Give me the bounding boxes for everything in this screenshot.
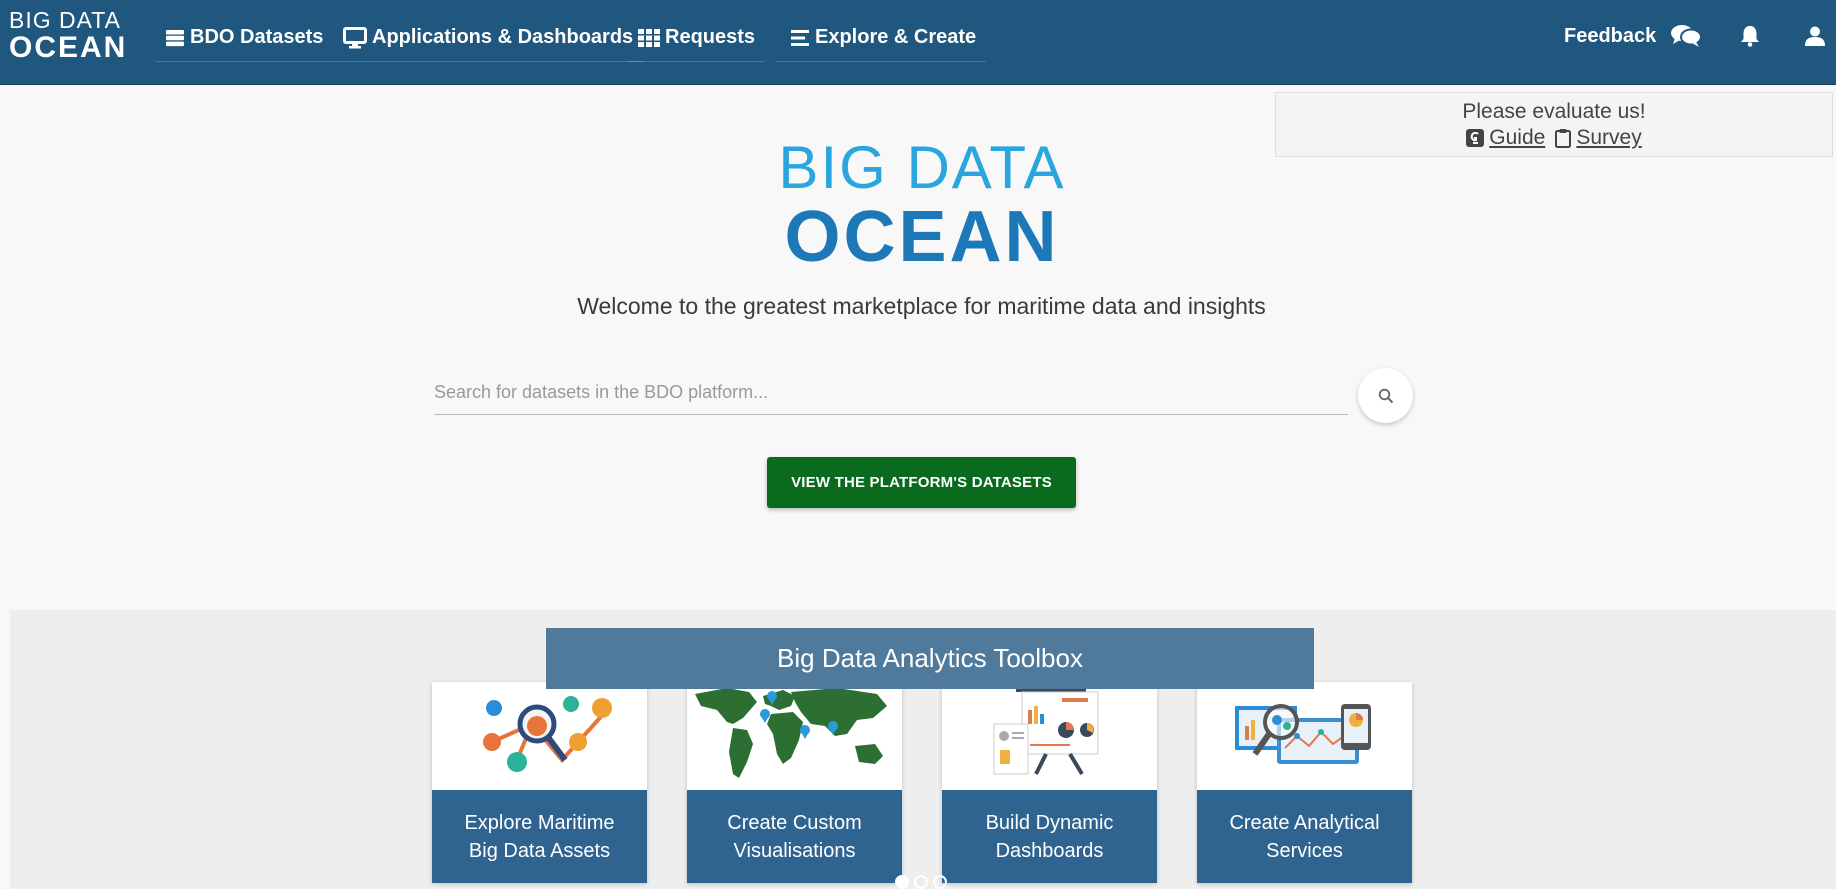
list-icon [791,29,809,46]
evaluate-panel: Please evaluate us! Guide Survey [1275,92,1833,157]
user-icon [1805,26,1825,46]
bell-icon [1741,26,1759,47]
brand-logo-top: BIG DATA [9,7,121,33]
nav-explore-create-label: Explore & Create [815,26,977,48]
card-analytical-services[interactable]: Create Analytical Services [1197,682,1412,883]
clipboard-icon [1555,129,1572,148]
carousel-dot-3[interactable] [933,875,947,889]
nav-requests-label: Requests [665,26,756,48]
carousel-dot-2[interactable] [914,875,928,889]
nav-bdo-datasets-label: BDO Datasets [190,26,324,48]
devices-illustration [1235,704,1371,764]
analytics-illustration [483,696,612,772]
card-dynamic-dashboards[interactable]: Build Dynamic Dashboards [942,682,1157,883]
database-icon [166,29,184,46]
card-explore-maritime-label: Explore Maritime Big Data Assets [432,790,647,883]
presentation-board-illustration [993,683,1099,776]
search-field [434,370,1348,415]
feedback-label: Feedback [1564,24,1657,47]
card-dynamic-dashboards-label: Build Dynamic Dashboards [942,790,1157,883]
toolbox-title: Big Data Analytics Toolbox [546,628,1314,689]
hero-logo-bottom: OCEAN [784,197,1060,277]
card-analytical-services-label: Create Analytical Services [1197,790,1412,883]
nav-explore-create[interactable]: Explore & Create [776,14,986,62]
brand-logo-bottom: OCEAN [9,31,128,64]
card-explore-maritime[interactable]: Explore Maritime Big Data Assets [432,682,647,883]
chat-icon [1671,25,1702,47]
search-icon [1378,388,1393,403]
nav-applications-dashboards-label: Applications & Dashboards [372,26,634,48]
user-menu-button[interactable] [1805,14,1825,58]
monitor-icon [343,26,367,48]
top-navbar: BIG DATA OCEAN BDO Datasets Applications… [0,0,1836,85]
carousel-dots [895,875,947,889]
chat-button[interactable] [1670,14,1702,58]
nav-applications-dashboards[interactable]: Applications & Dashboards [333,14,644,62]
welcome-text: Welcome to the greatest marketplace for … [577,293,1266,319]
survey-link[interactable]: Survey [1555,126,1642,150]
survey-link-label: Survey [1576,126,1642,149]
notifications-button[interactable] [1740,14,1760,58]
feedback-link[interactable]: Feedback [1564,14,1656,58]
grid-icon [638,28,660,47]
hero-logo-top: BIG DATA [778,134,1066,201]
evaluate-title: Please evaluate us! [1462,100,1646,123]
guide-link-label: Guide [1489,126,1546,149]
guide-icon [1466,129,1485,147]
evaluate-links: Guide Survey [1276,126,1832,150]
card-custom-visualisations-label: Create Custom Visualisations [687,790,902,883]
guide-link[interactable]: Guide [1466,126,1545,150]
search-button[interactable] [1358,368,1413,423]
world-map-illustration [695,688,887,778]
nav-bdo-datasets[interactable]: BDO Datasets [155,14,334,62]
card-custom-visualisations[interactable]: Create Custom Visualisations [687,682,902,883]
search-input[interactable] [434,370,1348,414]
view-datasets-button[interactable]: VIEW THE PLATFORM'S DATASETS [767,457,1076,508]
nav-requests[interactable]: Requests [628,14,766,62]
hero-logo: BIG DATA OCEAN [772,138,1072,283]
brand-logo[interactable]: BIG DATA OCEAN [9,8,137,66]
carousel-dot-1[interactable] [895,875,909,889]
